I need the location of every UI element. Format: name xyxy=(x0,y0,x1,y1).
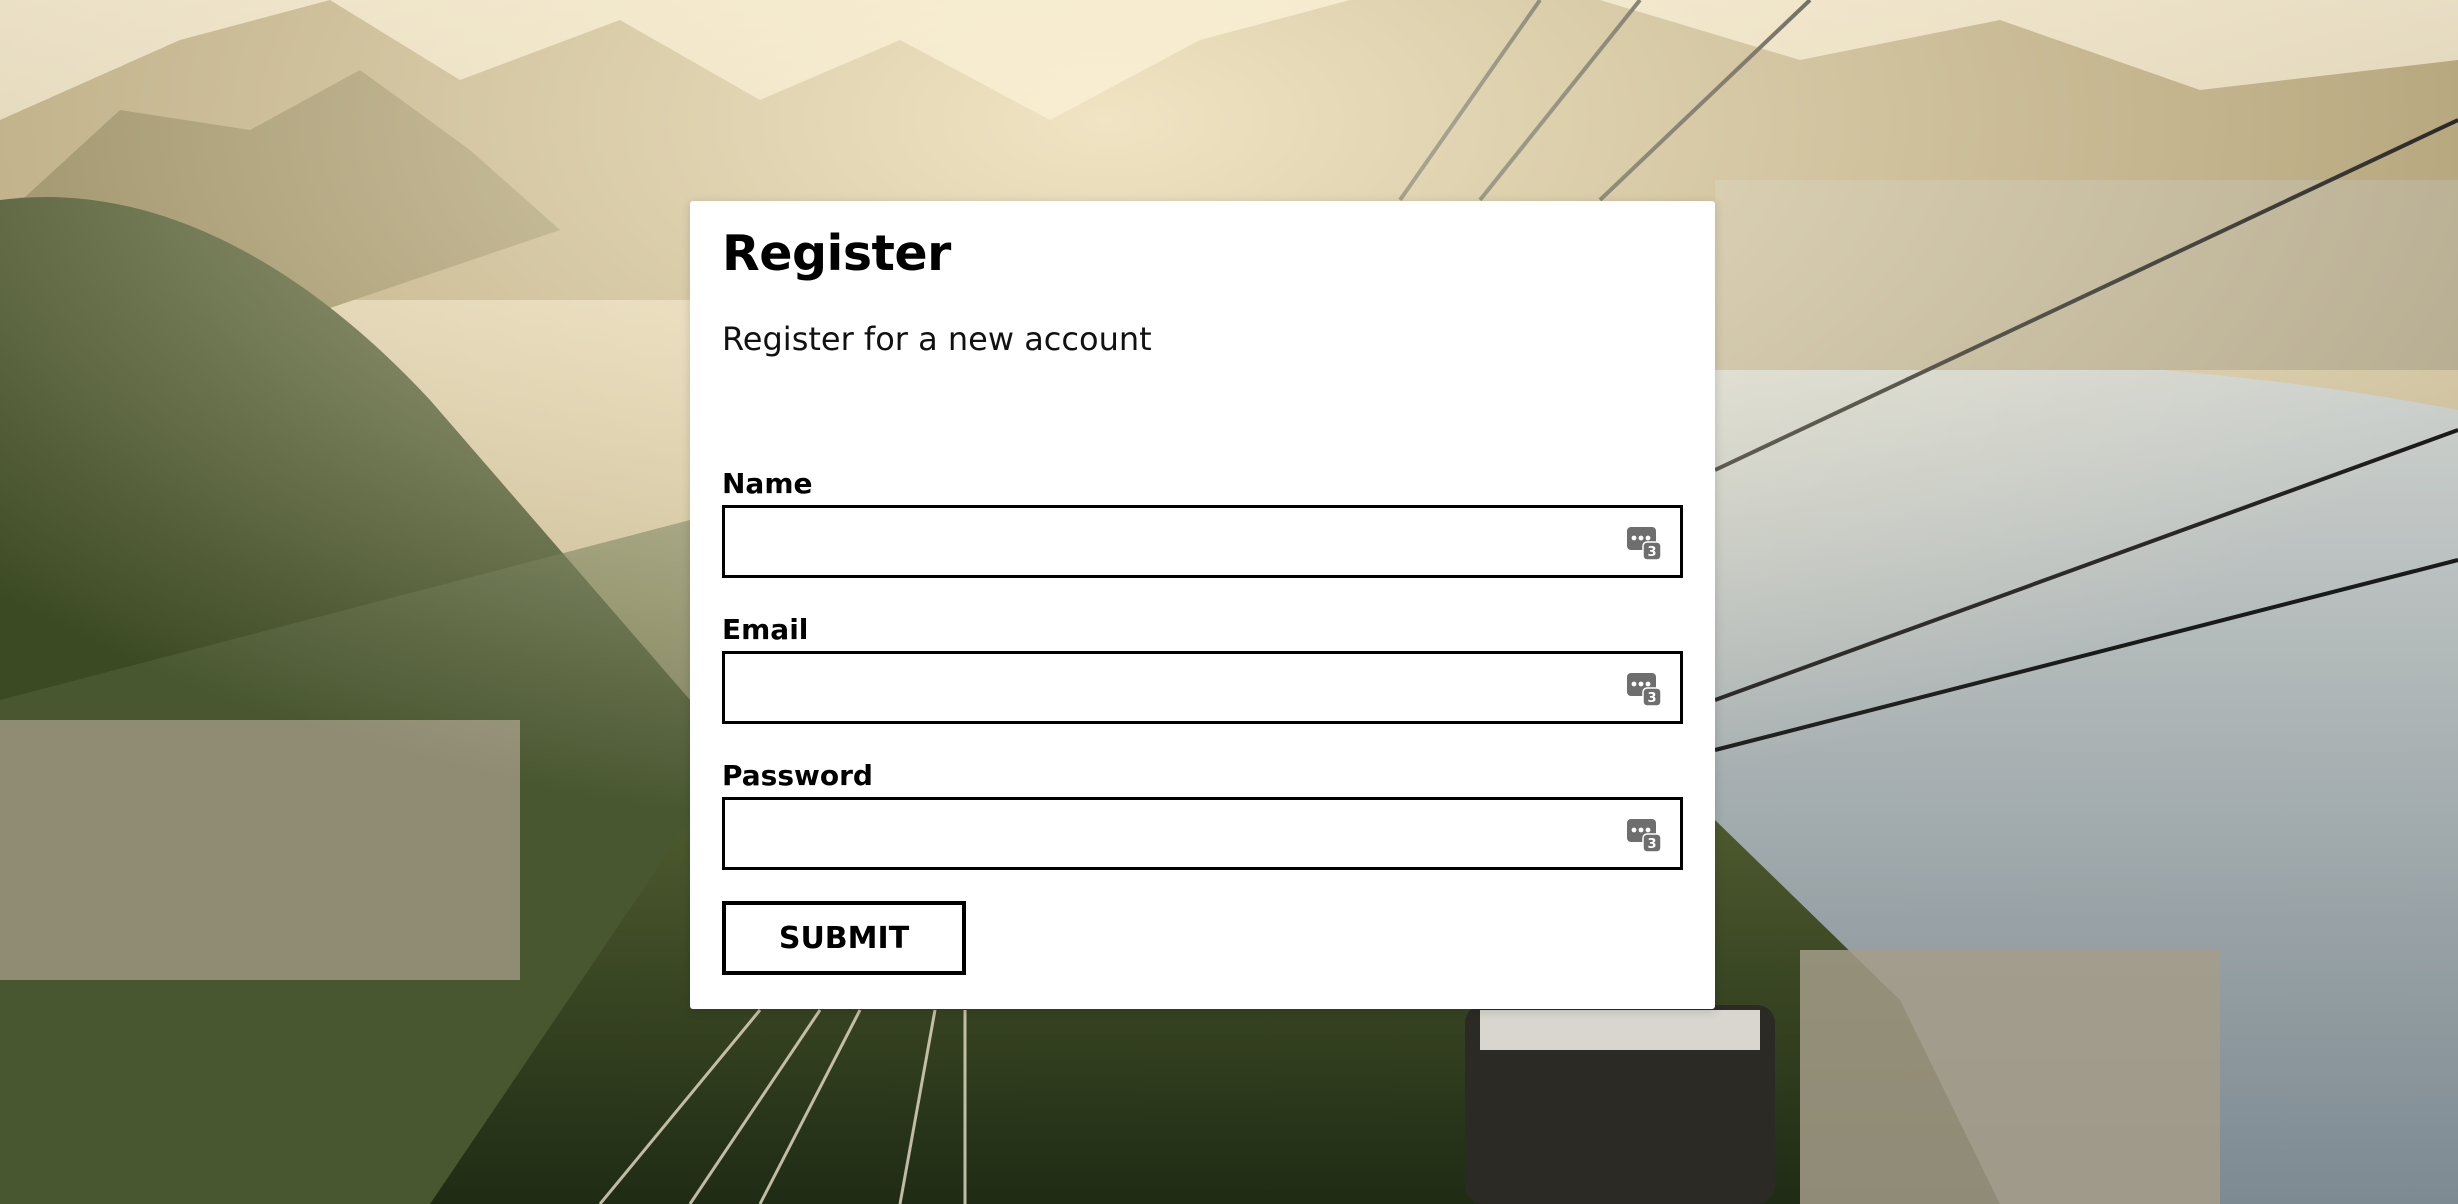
password-label: Password xyxy=(722,759,873,792)
password-field[interactable]: 3 xyxy=(722,797,1683,870)
submit-button[interactable]: SUBMIT xyxy=(722,901,966,975)
register-card: Register Register for a new account Name… xyxy=(690,201,1715,1009)
page-subtitle: Register for a new account xyxy=(722,320,1152,358)
page-title: Register xyxy=(722,225,951,282)
svg-text:3: 3 xyxy=(1647,545,1656,560)
password-manager-icon[interactable]: 3 xyxy=(1626,525,1662,561)
email-input[interactable] xyxy=(725,654,1641,721)
password-input[interactable] xyxy=(725,800,1641,867)
password-manager-icon[interactable]: 3 xyxy=(1626,671,1662,707)
email-field[interactable]: 3 xyxy=(722,651,1683,724)
name-input[interactable] xyxy=(725,508,1641,575)
name-label: Name xyxy=(722,467,813,500)
email-label: Email xyxy=(722,613,809,646)
svg-text:3: 3 xyxy=(1647,691,1656,706)
svg-text:3: 3 xyxy=(1647,837,1656,852)
name-field[interactable]: 3 xyxy=(722,505,1683,578)
password-manager-icon[interactable]: 3 xyxy=(1626,817,1662,853)
